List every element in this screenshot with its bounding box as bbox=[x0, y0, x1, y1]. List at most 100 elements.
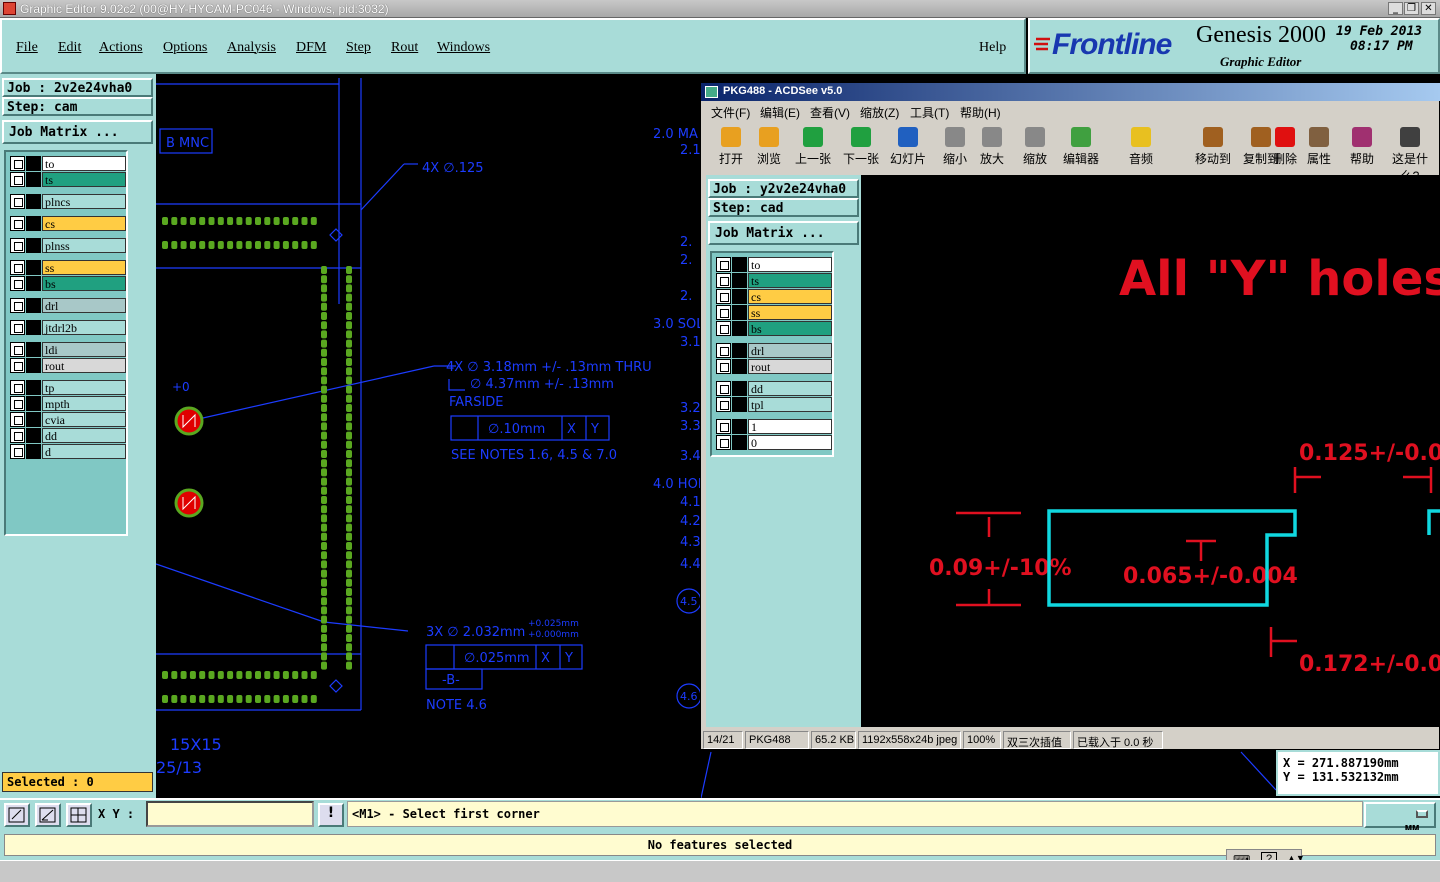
inner-layer-row[interactable]: 1 bbox=[716, 419, 832, 434]
layer-checkbox[interactable] bbox=[10, 428, 25, 443]
inner-layer-row[interactable]: bs bbox=[716, 321, 832, 336]
main-layer-row[interactable]: drl bbox=[10, 298, 126, 313]
layer-name[interactable]: ldi bbox=[42, 342, 126, 357]
toolbar-button-2[interactable]: 上一张 bbox=[793, 125, 833, 171]
layer-checkbox[interactable] bbox=[716, 343, 731, 358]
layer-name[interactable]: 1 bbox=[748, 419, 832, 434]
snap-grid-icon[interactable] bbox=[66, 803, 92, 827]
layer-name[interactable]: drl bbox=[42, 298, 126, 313]
toolbar-button-13[interactable]: 属性 bbox=[1301, 125, 1337, 171]
layer-checkbox[interactable] bbox=[10, 444, 25, 459]
main-layer-row[interactable]: cvia bbox=[10, 412, 126, 427]
layer-color-swatch[interactable] bbox=[26, 412, 41, 427]
layer-name[interactable]: ss bbox=[748, 305, 832, 320]
toolbar-button-8[interactable]: 编辑器 bbox=[1056, 125, 1106, 171]
layer-color-swatch[interactable] bbox=[26, 238, 41, 253]
menu-edit[interactable]: Edit bbox=[58, 40, 81, 56]
main-layer-row[interactable]: cs bbox=[10, 216, 126, 231]
inner-layer-row[interactable]: ts bbox=[716, 273, 832, 288]
layer-name[interactable]: dd bbox=[42, 428, 126, 443]
toolbar-button-9[interactable]: 音频 bbox=[1121, 125, 1161, 171]
info-icon[interactable]: ! bbox=[318, 803, 344, 827]
layer-color-swatch[interactable] bbox=[732, 359, 747, 374]
menu-rout[interactable]: Rout bbox=[391, 40, 418, 56]
xy-input[interactable] bbox=[146, 801, 314, 827]
layer-color-swatch[interactable] bbox=[732, 419, 747, 434]
layer-checkbox[interactable] bbox=[716, 381, 731, 396]
layer-name[interactable]: ts bbox=[42, 172, 126, 187]
layer-color-swatch[interactable] bbox=[26, 358, 41, 373]
zoom-window-icon[interactable] bbox=[4, 803, 30, 827]
layer-name[interactable]: d bbox=[42, 444, 126, 459]
layer-checkbox[interactable] bbox=[10, 194, 25, 209]
minimize-icon[interactable]: _ bbox=[1388, 2, 1403, 15]
layer-color-swatch[interactable] bbox=[26, 194, 41, 209]
layer-name[interactable]: ts bbox=[748, 273, 832, 288]
layer-name[interactable]: tp bbox=[42, 380, 126, 395]
inner-layer-row[interactable]: 0 bbox=[716, 435, 832, 450]
layer-color-swatch[interactable] bbox=[26, 276, 41, 291]
main-layer-row[interactable]: rout bbox=[10, 358, 126, 373]
layer-name[interactable]: dd bbox=[748, 381, 832, 396]
layer-checkbox[interactable] bbox=[10, 380, 25, 395]
layer-checkbox[interactable] bbox=[10, 216, 25, 231]
inner-layer-row[interactable]: cs bbox=[716, 289, 832, 304]
layer-checkbox[interactable] bbox=[716, 397, 731, 412]
layer-name[interactable]: to bbox=[748, 257, 832, 272]
layer-checkbox[interactable] bbox=[10, 342, 25, 357]
layer-color-swatch[interactable] bbox=[732, 343, 747, 358]
layer-checkbox[interactable] bbox=[10, 172, 25, 187]
main-layer-row[interactable]: ts bbox=[10, 172, 126, 187]
menu-help[interactable]: Help bbox=[979, 40, 1006, 56]
inner-layer-row[interactable]: drl bbox=[716, 343, 832, 358]
layer-name[interactable]: mpth bbox=[42, 396, 126, 411]
layer-color-swatch[interactable] bbox=[26, 396, 41, 411]
layer-name[interactable]: cs bbox=[748, 289, 832, 304]
layer-color-swatch[interactable] bbox=[732, 257, 747, 272]
layer-color-swatch[interactable] bbox=[732, 273, 747, 288]
main-layer-row[interactable]: ss bbox=[10, 260, 126, 275]
measure-icon[interactable] bbox=[35, 803, 61, 827]
layer-color-swatch[interactable] bbox=[26, 342, 41, 357]
main-layer-row[interactable]: dd bbox=[10, 428, 126, 443]
layer-color-swatch[interactable] bbox=[26, 380, 41, 395]
layer-checkbox[interactable] bbox=[716, 359, 731, 374]
toolbar-button-4[interactable]: 幻灯片 bbox=[886, 125, 930, 171]
layer-color-swatch[interactable] bbox=[732, 305, 747, 320]
layer-name[interactable]: rout bbox=[42, 358, 126, 373]
toolbar-button-6[interactable]: 放大 bbox=[976, 125, 1008, 171]
inner-layer-row[interactable]: to bbox=[716, 257, 832, 272]
layer-color-swatch[interactable] bbox=[26, 172, 41, 187]
toolbar-button-5[interactable]: 缩小 bbox=[939, 125, 971, 171]
layer-checkbox[interactable] bbox=[10, 156, 25, 171]
menu-windows[interactable]: Windows bbox=[437, 40, 490, 56]
acdsee-image-view[interactable]: Job : y2v2e24vha0 Step: cad Job Matrix .… bbox=[706, 175, 1440, 727]
layer-color-swatch[interactable] bbox=[26, 298, 41, 313]
menu-file[interactable]: File bbox=[16, 40, 38, 56]
toolbar-button-10[interactable]: 移动到 bbox=[1191, 125, 1235, 171]
main-layer-row[interactable]: mpth bbox=[10, 396, 126, 411]
layer-color-swatch[interactable] bbox=[26, 444, 41, 459]
acdsee-menu-zoom[interactable]: 缩放(Z) bbox=[860, 104, 899, 121]
menu-dfm[interactable]: DFM bbox=[296, 40, 326, 56]
menu-options[interactable]: Options bbox=[163, 40, 207, 56]
layer-checkbox[interactable] bbox=[10, 396, 25, 411]
job-matrix-button[interactable]: Job Matrix ... bbox=[2, 120, 153, 144]
acdsee-menu-file[interactable]: 文件(F) bbox=[711, 104, 750, 121]
layer-color-swatch[interactable] bbox=[732, 397, 747, 412]
layer-name[interactable]: tpl bbox=[748, 397, 832, 412]
layer-color-swatch[interactable] bbox=[732, 435, 747, 450]
layer-name[interactable]: drl bbox=[748, 343, 832, 358]
layer-color-swatch[interactable] bbox=[26, 216, 41, 231]
acdsee-menu-tools[interactable]: 工具(T) bbox=[910, 104, 949, 121]
acdsee-menu-edit[interactable]: 编辑(E) bbox=[760, 104, 800, 121]
layer-color-swatch[interactable] bbox=[26, 320, 41, 335]
inner-layer-row[interactable]: tpl bbox=[716, 397, 832, 412]
layer-name[interactable]: bs bbox=[748, 321, 832, 336]
layer-checkbox[interactable] bbox=[716, 273, 731, 288]
acdsee-menu-view[interactable]: 查看(V) bbox=[810, 104, 850, 121]
main-layer-row[interactable]: tp bbox=[10, 380, 126, 395]
main-layer-row[interactable]: jtdrl2b bbox=[10, 320, 126, 335]
toolbar-button-1[interactable]: 浏览 bbox=[751, 125, 787, 171]
layer-name[interactable]: cs bbox=[42, 216, 126, 231]
